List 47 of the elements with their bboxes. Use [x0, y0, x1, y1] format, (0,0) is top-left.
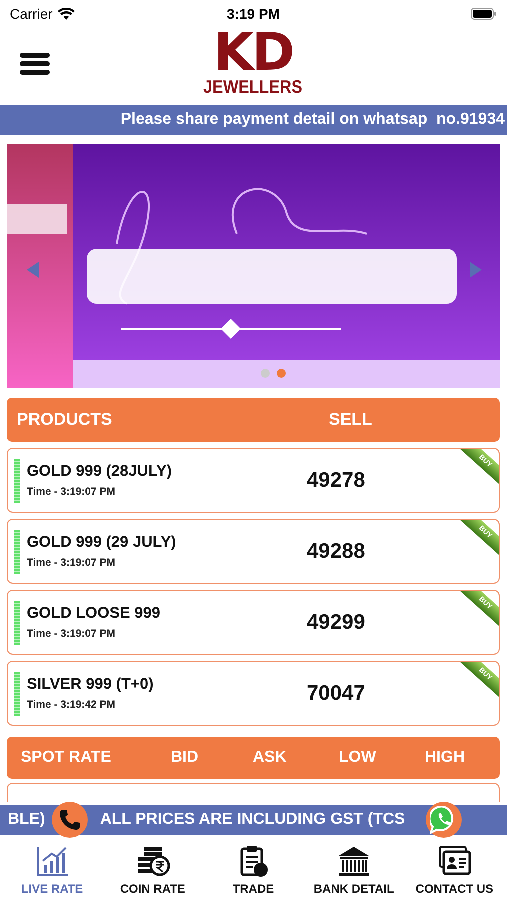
menu-icon[interactable] — [20, 52, 50, 76]
phone-icon — [59, 809, 81, 831]
product-name: GOLD 999 (29 JULY) — [27, 534, 178, 552]
product-name: GOLD 999 (28JULY) — [27, 463, 174, 481]
call-button[interactable] — [52, 802, 88, 838]
update-time: Time - 3:19:07 PM — [27, 486, 117, 498]
signal-bar-icon — [14, 672, 20, 716]
contact-card-icon — [438, 845, 472, 877]
ticker-text: BLE) — [8, 811, 46, 829]
carrier-label: Carrier — [10, 6, 53, 22]
sell-price: 49288 — [307, 540, 366, 564]
column-header: SPOT RATE — [21, 749, 112, 767]
column-header: LOW — [339, 749, 378, 767]
update-time: Time - 3:19:07 PM — [27, 557, 117, 569]
column-header: PRODUCTS — [17, 410, 114, 430]
signal-bar-icon — [14, 530, 20, 574]
update-time: Time - 3:19:07 PM — [27, 628, 117, 640]
whatsapp-button[interactable] — [426, 802, 462, 838]
sell-price: 49278 — [307, 468, 366, 492]
column-header: ASK — [253, 749, 288, 767]
ticker-text: Please share payment detail on whatsap no.91934 — [120, 111, 505, 129]
tab[interactable]: CONTACT US — [404, 835, 505, 900]
column-header: SELL — [329, 410, 372, 430]
product-name: GOLD LOOSE 999 — [27, 605, 162, 623]
product-name: SILVER 999 (T+0) — [27, 676, 155, 694]
column-header: BID — [171, 749, 200, 767]
tab[interactable]: COIN RATE — [102, 835, 204, 900]
coin-stack-icon — [136, 845, 170, 877]
battery-icon — [471, 8, 497, 20]
right-arrow-icon[interactable] — [470, 262, 482, 278]
column-header: HIGH — [425, 749, 466, 767]
tab[interactable]: BANK DETAIL — [304, 835, 404, 900]
wifi-icon — [58, 8, 75, 20]
tab[interactable]: TRADE — [203, 835, 304, 900]
logo-mark: KD — [214, 28, 294, 78]
clock-time: 3:19 PM — [227, 6, 280, 22]
sell-price: 70047 — [307, 682, 366, 706]
tab[interactable]: LIVE RATE — [2, 835, 103, 900]
bank-icon — [337, 845, 372, 877]
ticker-text: ALL PRICES ARE INCLUDING GST (TCS — [100, 811, 406, 829]
chart-icon — [35, 845, 70, 877]
left-arrow-icon[interactable] — [27, 262, 39, 278]
update-time: Time - 3:19:42 PM — [27, 699, 117, 711]
signal-bar-icon — [14, 600, 20, 644]
sell-price: 49299 — [307, 610, 366, 634]
signal-bar-icon — [14, 458, 20, 502]
logo-text: JEWELLERS — [204, 78, 303, 96]
